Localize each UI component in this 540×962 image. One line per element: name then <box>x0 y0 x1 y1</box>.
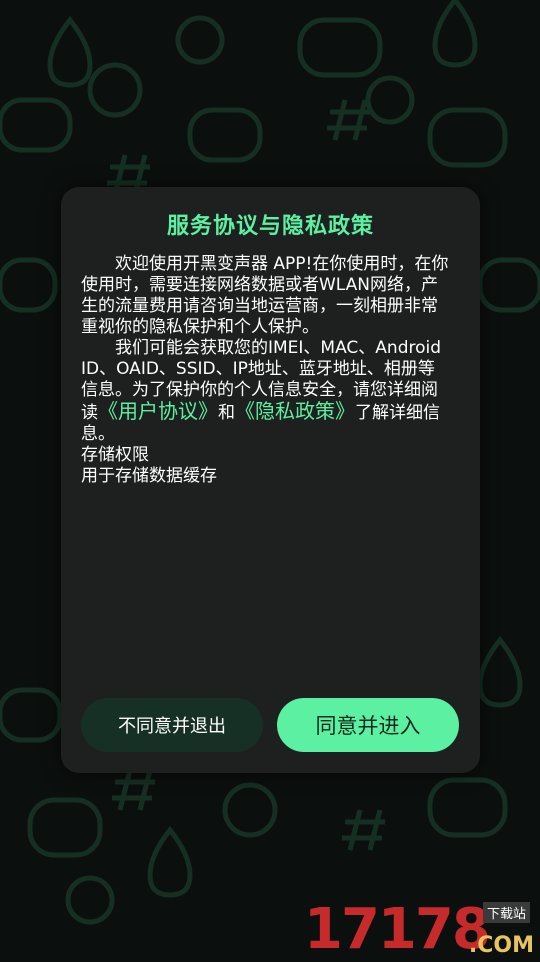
and-text: 和 <box>218 403 235 423</box>
gamepad-icon <box>477 257 540 313</box>
site-watermark: 17178 .COM 下载站 <box>304 900 534 960</box>
accept-enter-button[interactable]: 同意并进入 <box>277 698 459 752</box>
user-agreement-link[interactable]: 《用户协议》 <box>98 399 218 423</box>
decline-exit-button[interactable]: 不同意并退出 <box>81 698 263 752</box>
gamepad-icon <box>427 777 508 838</box>
dialog-body: 欢迎使用开黑变声器 APP!在你使用时，在你使用时，需要连接网络数据或者WLAN… <box>81 254 451 487</box>
gamepad-icon <box>297 17 383 78</box>
dialog-title: 服务协议与隐私政策 <box>166 214 374 239</box>
intro-paragraph: 欢迎使用开黑变声器 APP!在你使用时，在你使用时，需要连接网络数据或者WLAN… <box>81 254 449 337</box>
permission-description: 用于存储数据缓存 <box>81 466 217 486</box>
hash-icon <box>342 809 385 851</box>
pacman-icon <box>365 75 415 125</box>
watermark-domain: .COM <box>468 933 534 958</box>
flame-icon <box>432 0 478 68</box>
watermark-label: 下载站 <box>482 902 530 923</box>
pacman-icon <box>87 62 143 118</box>
pacman-icon <box>65 875 115 925</box>
data-collection-paragraph: 我们可能会获取您的IMEI、MAC、Android ID、OAID、SSID、I… <box>81 338 451 445</box>
flame-icon <box>47 15 93 88</box>
privacy-policy-link[interactable]: 《隐私政策》 <box>235 399 355 423</box>
flame-icon <box>477 635 523 708</box>
flame-icon <box>147 825 193 898</box>
gamepad-icon <box>0 97 73 153</box>
gamepad-icon <box>0 687 63 743</box>
pacman-icon <box>222 782 278 838</box>
watermark-digits: 17178 <box>304 897 491 962</box>
gamepad-icon <box>427 107 508 168</box>
permission-name: 存储权限 <box>81 445 149 465</box>
pacman-icon <box>175 15 225 65</box>
gamepad-icon <box>187 107 263 163</box>
gamepad-icon <box>27 797 103 858</box>
gamepad-icon <box>0 257 58 313</box>
hash-icon <box>327 99 370 141</box>
hash-icon <box>112 769 155 811</box>
